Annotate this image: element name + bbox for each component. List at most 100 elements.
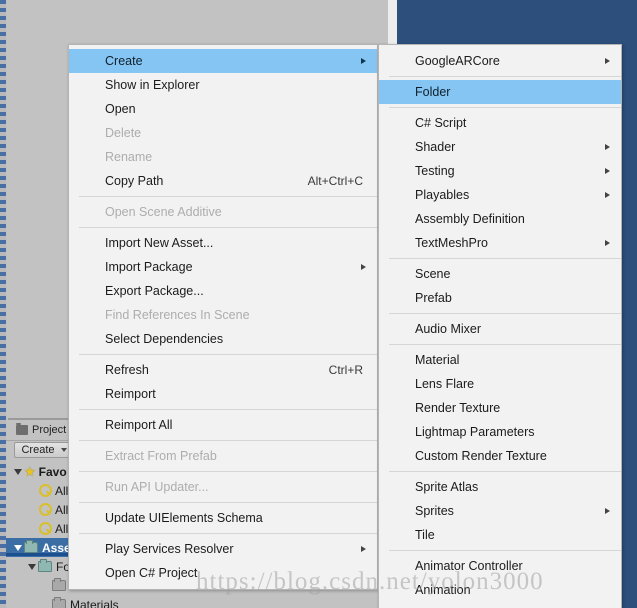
menu-item-audio-mixer[interactable]: Audio Mixer [379,317,621,341]
menu-item-label: Assembly Definition [415,212,525,226]
menu-item-shader[interactable]: Shader [379,135,621,159]
menu-item-lens-flare[interactable]: Lens Flare [379,372,621,396]
menu-item-label: Animation [415,583,471,597]
chevron-right-icon [605,192,610,198]
twisty-down-icon[interactable] [12,468,24,475]
menu-separator [79,409,377,410]
menu-separator [389,471,621,472]
menu-item-open-c-project[interactable]: Open C# Project [69,561,377,585]
menu-separator [79,354,377,355]
menu-item-label: Play Services Resolver [105,542,234,556]
menu-separator [389,313,621,314]
chevron-right-icon [361,58,366,64]
chevron-right-icon [605,144,610,150]
menu-item-import-package[interactable]: Import Package [69,255,377,279]
menu-item-open-scene-additive: Open Scene Additive [69,200,377,224]
menu-item-shortcut: Alt+Ctrl+C [307,174,363,188]
tree-item-label: All [55,502,69,517]
menu-item-copy-path[interactable]: Copy Path Alt+Ctrl+C [69,169,377,193]
menu-item-googlearcore[interactable]: GoogleARCore [379,49,621,73]
menu-separator [79,196,377,197]
menu-item-create[interactable]: Create [69,49,377,73]
menu-item-shortcut: Ctrl+R [328,363,363,377]
menu-item-label: C# Script [415,116,467,130]
menu-item-lightmap-parameters[interactable]: Lightmap Parameters [379,420,621,444]
menu-separator [389,107,621,108]
menu-item-run-api-updater: Run API Updater... [69,475,377,499]
menu-separator [79,502,377,503]
scene-view-pane [397,0,637,44]
menu-item-assembly-definition[interactable]: Assembly Definition [379,207,621,231]
menu-item-label: Open C# Project [105,566,198,580]
folder-icon [52,597,66,608]
menu-item-scene[interactable]: Scene [379,262,621,286]
menu-item-label: Prefab [415,291,452,305]
menu-separator [79,227,377,228]
menu-item-refresh[interactable]: Refresh Ctrl+R [69,358,377,382]
menu-item-animator-override-controller[interactable]: Animator Override Controller [379,602,621,608]
tree-item-label: All [55,483,69,498]
menu-item-show-in-explorer[interactable]: Show in Explorer [69,73,377,97]
menu-separator [79,440,377,441]
menu-item-folder[interactable]: Folder [379,80,621,104]
menu-item-label: Select Dependencies [105,332,224,346]
menu-item-label: Tile [415,528,435,542]
assets-context-menu[interactable]: Create Show in Explorer Open Delete Rename Co… [68,44,378,590]
tree-item-label: All [55,521,69,536]
menu-item-find-references-in-scene: Find References In Scene [69,303,377,327]
menu-item-label: Run API Updater... [105,480,209,494]
menu-item-label: Testing [415,164,455,178]
menu-item-import-new-asset[interactable]: Import New Asset... [69,231,377,255]
pane-divider [388,0,397,44]
menu-item-label: Custom Render Texture [415,449,547,463]
menu-item-export-package[interactable]: Export Package... [69,279,377,303]
menu-item-open[interactable]: Open [69,97,377,121]
tree-item-label: Favo [38,464,67,479]
chevron-right-icon [361,264,366,270]
menu-item-reimport[interactable]: Reimport [69,382,377,406]
menu-separator [389,76,621,77]
menu-item-label: TextMeshPro [415,236,488,250]
menu-item-animation[interactable]: Animation [379,578,621,602]
menu-item-material[interactable]: Material [379,348,621,372]
menu-item-label: Refresh [105,363,149,377]
menu-item-textmeshpro[interactable]: TextMeshPro [379,231,621,255]
menu-separator [79,533,377,534]
menu-item-prefab[interactable]: Prefab [379,286,621,310]
menu-item-label: Reimport All [105,418,173,432]
menu-item-label: Extract From Prefab [105,449,217,463]
search-icon [38,502,52,517]
menu-item-animator-controller[interactable]: Animator Controller [379,554,621,578]
menu-item-sprites[interactable]: Sprites [379,499,621,523]
menu-separator [79,471,377,472]
menu-item-select-dependencies[interactable]: Select Dependencies [69,327,377,351]
menu-item-playables[interactable]: Playables [379,183,621,207]
menu-item-label: Scene [415,267,451,281]
menu-item-play-services-resolver[interactable]: Play Services Resolver [69,537,377,561]
menu-item-label: Open [105,102,136,116]
menu-item-label: Sprite Atlas [415,480,479,494]
chevron-right-icon [605,240,610,246]
menu-item-custom-render-texture[interactable]: Custom Render Texture [379,444,621,468]
create-submenu[interactable]: GoogleARCore Folder C# Script Shader Testing… [378,44,622,608]
twisty-down-icon[interactable] [12,544,24,551]
menu-item-tile[interactable]: Tile [379,523,621,547]
create-button-label: Create [21,444,55,456]
menu-item-update-uielements-schema[interactable]: Update UIElements Schema [69,506,377,530]
twisty-down-icon[interactable] [26,563,38,570]
menu-item-label: Lightmap Parameters [415,425,535,439]
menu-item-label: Open Scene Additive [105,205,222,219]
tree-item-materials[interactable]: Materials [6,595,398,608]
tab-project[interactable]: Project [10,421,72,438]
menu-item-label: GoogleARCore [415,54,500,68]
menu-item-sprite-atlas[interactable]: Sprite Atlas [379,475,621,499]
search-icon [38,483,52,498]
menu-item-label: Audio Mixer [415,322,481,336]
menu-item-render-texture[interactable]: Render Texture [379,396,621,420]
menu-item-testing[interactable]: Testing [379,159,621,183]
create-button[interactable]: Create [14,442,74,458]
menu-item-c-script[interactable]: C# Script [379,111,621,135]
chevron-right-icon [605,168,610,174]
menu-item-label: Lens Flare [415,377,475,391]
menu-item-reimport-all[interactable]: Reimport All [69,413,377,437]
